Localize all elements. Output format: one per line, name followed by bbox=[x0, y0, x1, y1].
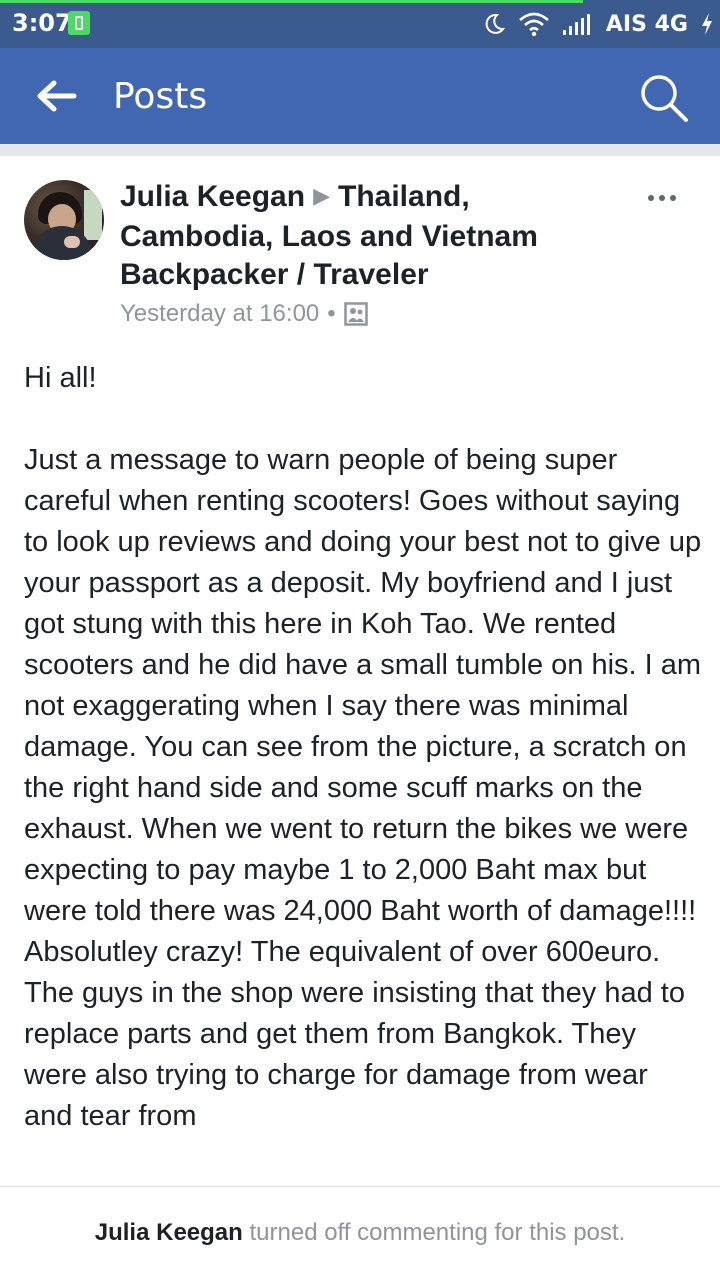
header-divider bbox=[0, 144, 720, 156]
post-text: Hi all! Just a message to warn people of… bbox=[24, 358, 704, 1178]
battery-saver-icon bbox=[68, 11, 90, 35]
back-arrow-icon[interactable] bbox=[34, 78, 78, 114]
comments-disabled-footer: Julia Keegan turned off commenting for t… bbox=[0, 1186, 720, 1280]
footer-author-name[interactable]: Julia Keegan bbox=[95, 1219, 243, 1246]
group-icon bbox=[343, 302, 368, 326]
post-header: Julia Keegan ▶ Thailand, Cambodia, Laos an… bbox=[120, 178, 620, 294]
wifi-icon bbox=[519, 12, 549, 37]
charging-icon bbox=[702, 13, 712, 35]
post-meta: Yesterday at 16:00 • bbox=[120, 300, 368, 328]
moon-icon bbox=[485, 13, 505, 34]
post-card: Julia Keegan ▶ Thailand, Cambodia, Laos an… bbox=[0, 156, 720, 1186]
shared-to-arrow-icon: ▶ bbox=[313, 183, 330, 208]
status-time: 3:07 bbox=[12, 9, 72, 37]
signal-icon bbox=[562, 14, 590, 35]
page-loading-progress bbox=[0, 0, 584, 3]
app-header: Posts bbox=[0, 48, 720, 144]
avatar[interactable] bbox=[24, 180, 104, 260]
comments-disabled-notice: Julia Keegan turned off commenting for t… bbox=[0, 1219, 720, 1247]
status-indicators: AIS 4G bbox=[482, 8, 714, 40]
footer-message: turned off commenting for this post. bbox=[249, 1219, 626, 1246]
post-timestamp[interactable]: Yesterday at 16:00 bbox=[120, 300, 319, 328]
page-title: Posts bbox=[113, 76, 208, 117]
more-options-icon[interactable] bbox=[648, 188, 684, 204]
post-body-paragraph: Just a message to warn people of being s… bbox=[24, 444, 702, 1132]
carrier-label: AIS 4G bbox=[605, 11, 688, 37]
author-name[interactable]: Julia Keegan bbox=[120, 180, 305, 213]
meta-separator: • bbox=[327, 300, 336, 327]
status-bar: 3:07 AIS 4G bbox=[0, 0, 720, 48]
search-icon[interactable] bbox=[638, 72, 690, 124]
post-greeting: Hi all! bbox=[24, 362, 97, 394]
